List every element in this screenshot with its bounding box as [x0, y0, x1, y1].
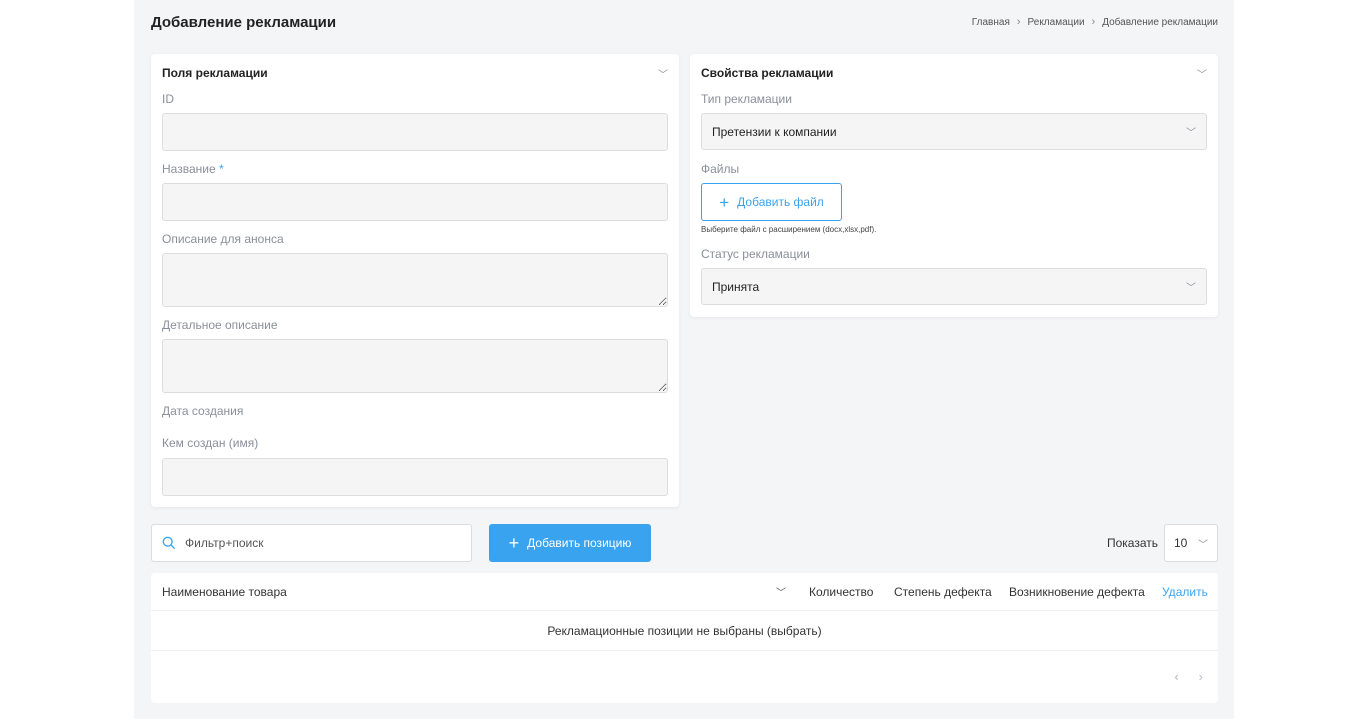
- breadcrumb-separator-icon: ›: [1016, 16, 1021, 28]
- show-label: Показать: [1106, 536, 1158, 550]
- search-placeholder: Фильтр+поиск: [185, 536, 264, 550]
- search-input[interactable]: Фильтр+поиск: [151, 524, 472, 562]
- chevron-down-icon[interactable]: ﹀: [776, 584, 786, 599]
- breadcrumb-reclamations[interactable]: Рекламации: [1028, 17, 1085, 28]
- properties-card-title: Свойства рекламации: [701, 66, 834, 80]
- fields-card: Поля рекламации ﹀ ID Название * Описание…: [151, 54, 679, 507]
- add-file-label: Добавить файл: [737, 195, 824, 209]
- created-by-input[interactable]: [162, 458, 668, 496]
- chevron-down-icon[interactable]: ﹀: [1197, 66, 1207, 81]
- add-position-button[interactable]: + Добавить позицию: [489, 524, 651, 562]
- pagination: ‹ ›: [1174, 669, 1203, 684]
- type-label: Тип рекламации: [701, 92, 792, 106]
- column-degree: Степень дефекта: [894, 584, 992, 599]
- type-select-value: Претензии к компании: [712, 124, 837, 139]
- announce-textarea[interactable]: [162, 253, 668, 307]
- chevron-down-icon: ﹀: [1186, 283, 1196, 294]
- add-position-label: Добавить позицию: [527, 536, 632, 550]
- files-label: Файлы: [701, 162, 740, 176]
- fields-card-header[interactable]: Поля рекламации ﹀: [162, 65, 668, 81]
- column-qty: Количество: [809, 584, 874, 599]
- chevron-down-icon: ﹀: [1198, 539, 1208, 551]
- search-icon: [162, 536, 176, 550]
- table-header: Наименование товара ﹀ Количество Степень…: [151, 573, 1218, 611]
- status-label: Статус рекламации: [701, 247, 810, 261]
- created-by-label: Кем создан (имя): [162, 436, 259, 450]
- column-name: Наименование товара: [162, 584, 287, 599]
- created-date-label: Дата создания: [162, 404, 244, 418]
- breadcrumb-current: Добавление рекламации: [1102, 16, 1218, 28]
- chevron-down-icon: ﹀: [1186, 128, 1196, 139]
- name-input[interactable]: [162, 183, 668, 221]
- id-label: ID: [162, 92, 174, 106]
- required-mark: *: [218, 162, 224, 176]
- plus-icon: +: [508, 533, 520, 553]
- add-file-button[interactable]: + Добавить файл: [701, 183, 842, 221]
- delete-link[interactable]: Удалить: [1162, 585, 1208, 599]
- chevron-down-icon[interactable]: ﹀: [658, 66, 668, 81]
- empty-table-message[interactable]: Рекламационные позиции не выбраны (выбра…: [151, 612, 1218, 651]
- detail-textarea[interactable]: [162, 339, 668, 393]
- properties-card: Свойства рекламации ﹀ Тип рекламации Пре…: [690, 54, 1218, 317]
- chevron-right-icon[interactable]: ›: [1199, 669, 1203, 684]
- type-select[interactable]: Претензии к компании ﹀: [701, 113, 1207, 150]
- page-size-value: 10: [1174, 536, 1188, 550]
- status-select[interactable]: Принята ﹀: [701, 268, 1207, 305]
- id-input[interactable]: [162, 113, 668, 151]
- properties-card-header[interactable]: Свойства рекламации ﹀: [701, 65, 1207, 81]
- name-label-text: Название: [162, 162, 216, 176]
- plus-icon: +: [719, 192, 730, 212]
- breadcrumb-home[interactable]: Главная: [972, 17, 1010, 28]
- positions-table: Наименование товара ﹀ Количество Степень…: [151, 573, 1218, 703]
- breadcrumb: Главная › Рекламации › Добавление реклам…: [972, 16, 1218, 28]
- chevron-left-icon[interactable]: ‹: [1174, 669, 1178, 684]
- file-hint: Выберите файл с расширением (docx,xlsx,p…: [701, 225, 877, 234]
- name-label: Название *: [162, 162, 224, 176]
- page-container: Добавление рекламации Главная › Рекламац…: [134, 0, 1234, 719]
- column-occurrence: Возникновение дефекта: [1009, 584, 1145, 599]
- announce-label: Описание для анонса: [162, 232, 284, 246]
- fields-card-title: Поля рекламации: [162, 66, 268, 80]
- detail-label: Детальное описание: [162, 318, 278, 332]
- page-title: Добавление рекламации: [151, 13, 337, 31]
- page-size-control: Показать 10 ﹀: [1107, 524, 1218, 562]
- status-select-value: Принята: [712, 279, 760, 294]
- page-size-select[interactable]: 10 ﹀: [1164, 524, 1218, 562]
- page-header: Добавление рекламации Главная › Рекламац…: [151, 0, 1218, 44]
- breadcrumb-separator-icon: ›: [1091, 16, 1096, 28]
